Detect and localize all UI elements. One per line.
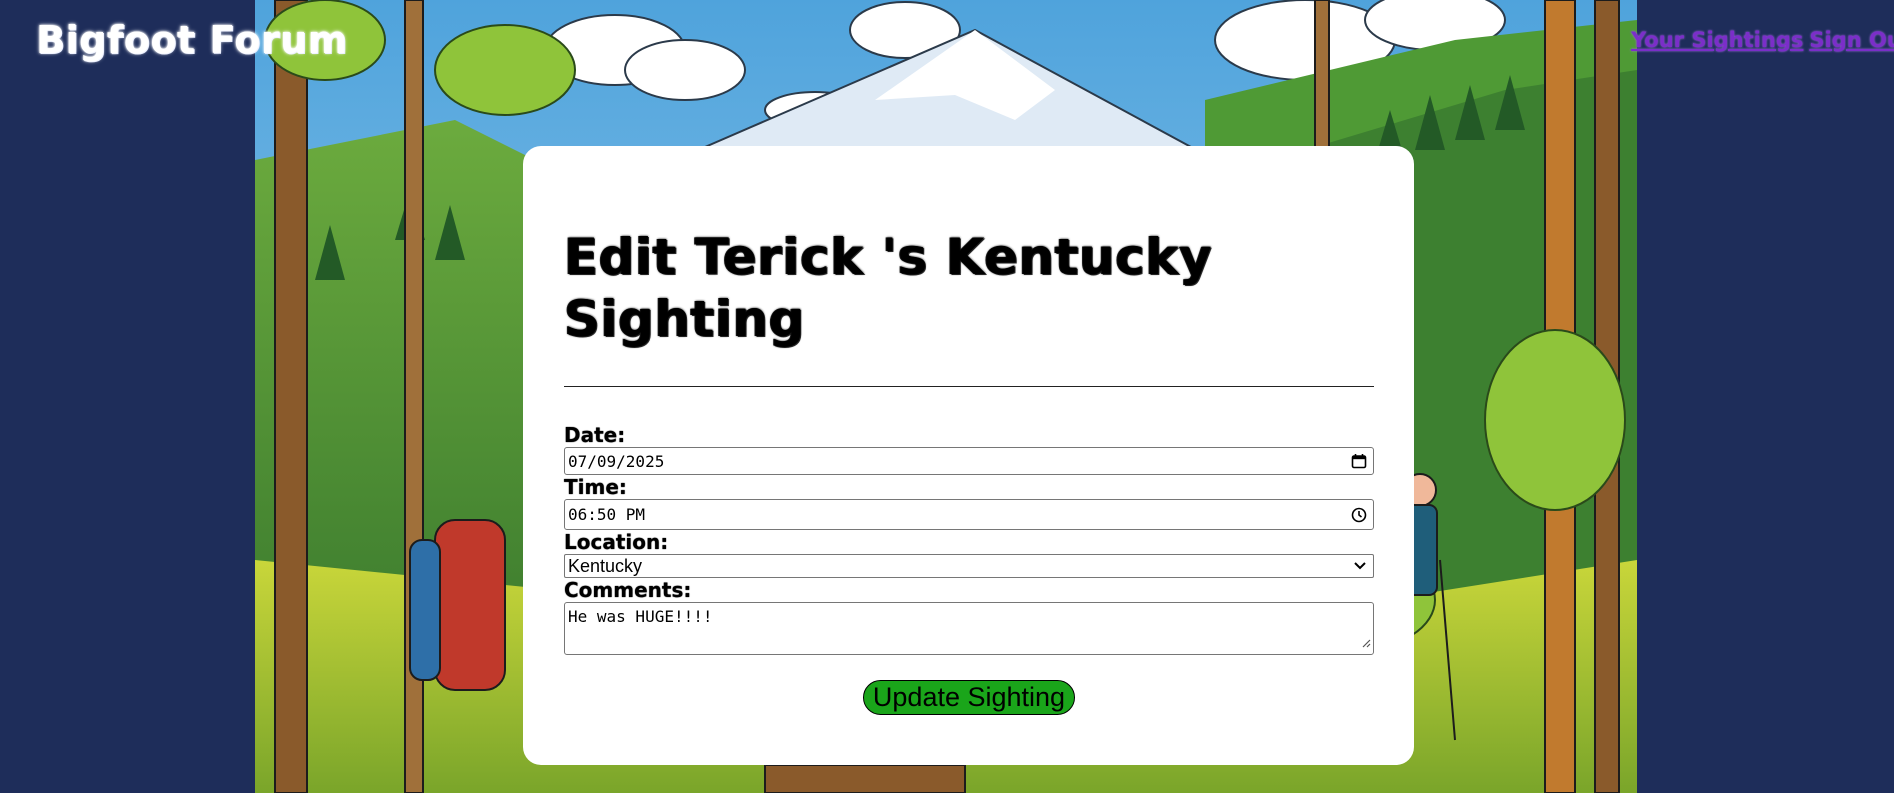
date-input[interactable]: 07/09/2025 [564, 447, 1374, 475]
date-label: Date: [564, 423, 626, 447]
page-title: Edit Terick 's Kentucky Sighting [564, 228, 1213, 348]
comments-label: Comments: [564, 578, 692, 602]
time-value: 06:50 PM [568, 505, 646, 524]
update-sighting-button[interactable]: Update Sighting [862, 680, 1076, 715]
submit-row: Update Sighting [564, 680, 1374, 715]
top-nav: Your SightingsSign Out [1631, 28, 1894, 52]
nav-link-sign-out[interactable]: Sign Out [1809, 28, 1894, 52]
time-label: Time: [564, 475, 627, 499]
title-divider [564, 386, 1374, 387]
time-input[interactable]: 06:50 PM [564, 499, 1374, 530]
calendar-icon[interactable] [1351, 453, 1367, 469]
date-value: 07/09/2025 [568, 451, 665, 471]
clock-icon[interactable] [1351, 507, 1367, 523]
nav-link-your-sightings[interactable]: Your Sightings [1631, 28, 1803, 52]
edit-sighting-form: Date: 07/09/2025 Time: 06:50 PM Location… [564, 423, 1374, 715]
resize-grip-icon[interactable] [1361, 633, 1371, 652]
site-logo-title[interactable]: Bigfoot Forum [36, 18, 348, 62]
location-label: Location: [564, 530, 669, 554]
comments-value: He was HUGE!!!! [568, 607, 713, 626]
chevron-down-icon [1353, 561, 1367, 571]
location-select[interactable]: Kentucky [564, 554, 1374, 578]
page: Bigfoot Forum Your SightingsSign Out Edi… [0, 0, 1894, 793]
location-selected-value: Kentucky [568, 555, 643, 576]
comments-textarea[interactable]: He was HUGE!!!! [564, 602, 1374, 655]
edit-sighting-card: Edit Terick 's Kentucky Sighting Date: 0… [523, 146, 1414, 765]
